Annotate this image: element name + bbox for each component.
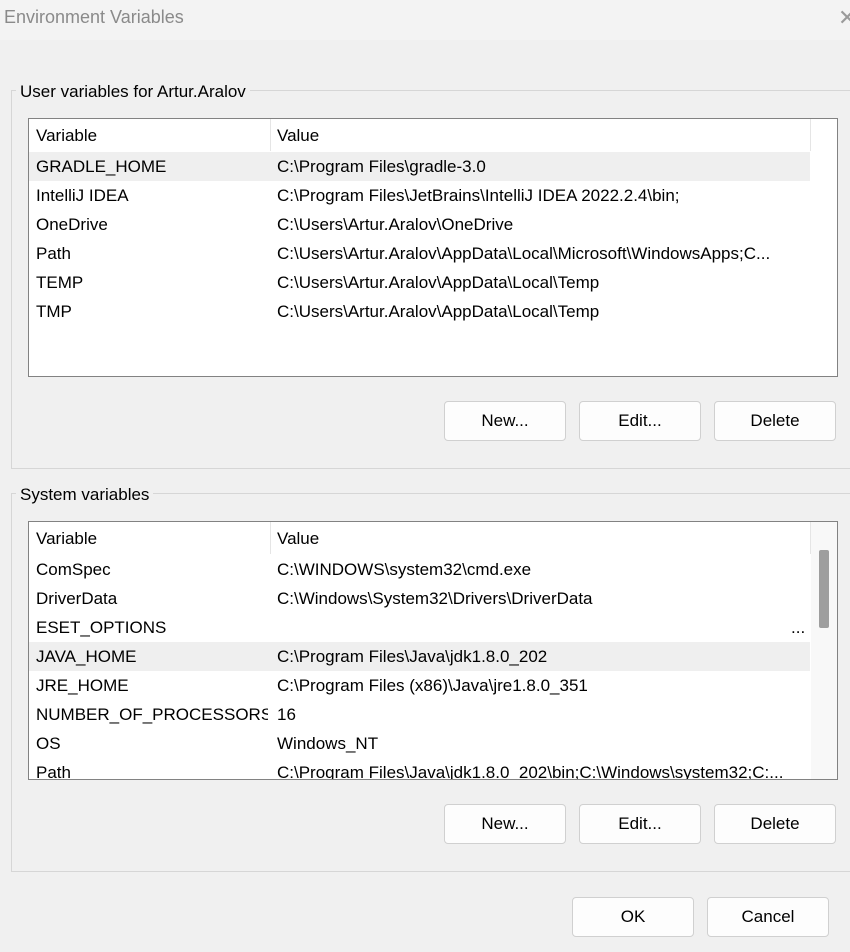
- table-row[interactable]: IntelliJ IDEA C:\Program Files\JetBrains\…: [29, 181, 810, 210]
- user-new-button[interactable]: New...: [444, 401, 566, 441]
- variable-name-cell: ComSpec: [36, 560, 111, 579]
- user-variables-label: User variables for Artur.Aralov: [16, 82, 250, 102]
- variable-value-cell: C:\Program Files\Java\jdk1.8.0_202: [277, 647, 548, 666]
- variable-name-cell: JAVA_HOME: [36, 647, 137, 666]
- system-new-button[interactable]: New...: [444, 804, 566, 844]
- ok-button[interactable]: OK: [572, 897, 694, 937]
- column-separator[interactable]: [810, 119, 811, 151]
- user-edit-button[interactable]: Edit...: [579, 401, 701, 441]
- variable-name-cell: OneDrive: [36, 215, 108, 234]
- variable-value-cell: C:\Program Files\JetBrains\IntelliJ IDEA…: [277, 186, 680, 205]
- table-row[interactable]: DriverData C:\Windows\System32\Drivers\Dr…: [29, 584, 810, 613]
- user-list-header: Variable Value: [29, 119, 837, 151]
- table-row[interactable]: ComSpec C:\WINDOWS\system32\cmd.exe: [29, 555, 810, 584]
- table-row[interactable]: GRADLE_HOME C:\Program Files\gradle-3.0: [29, 152, 810, 181]
- variable-value-cell: C:\Users\Artur.Aralov\AppData\Local\Temp: [277, 273, 600, 292]
- user-delete-button[interactable]: Delete: [714, 401, 836, 441]
- cancel-button[interactable]: Cancel: [707, 897, 829, 937]
- window-title: Environment Variables: [4, 7, 184, 27]
- variable-name-cell: IntelliJ IDEA: [36, 186, 129, 205]
- table-row[interactable]: Path C:\Users\Artur.Aralov\AppData\Local\…: [29, 239, 810, 268]
- variable-name-cell: TMP: [36, 302, 72, 321]
- variable-name-cell: NUMBER_OF_PROCESSORS: [36, 705, 268, 724]
- table-row[interactable]: TMP C:\Users\Artur.Aralov\AppData\Local\T…: [29, 297, 810, 326]
- system-variables-list[interactable]: Variable Value ComSpec C:\WINDOWS\system3…: [28, 521, 838, 780]
- table-row[interactable]: NUMBER_OF_PROCESSORS 16: [29, 700, 810, 729]
- close-icon[interactable]: ✕: [838, 4, 850, 32]
- variable-value-cell: ...: [791, 618, 806, 637]
- variable-value-cell: C:\Users\Artur.Aralov\OneDrive: [277, 215, 514, 234]
- user-variables-list[interactable]: Variable Value GRADLE_HOME C:\Program Fil…: [28, 118, 838, 377]
- column-header-value[interactable]: Value: [270, 119, 810, 151]
- system-edit-button[interactable]: Edit...: [579, 804, 701, 844]
- variable-value-cell: C:\Users\Artur.Aralov\AppData\Local\Temp: [277, 302, 600, 321]
- variable-value-cell: C:\Windows\System32\Drivers\DriverData: [277, 589, 593, 608]
- table-row[interactable]: JAVA_HOME C:\Program Files\Java\jdk1.8.0_…: [29, 642, 810, 671]
- variable-name-cell: TEMP: [36, 273, 84, 292]
- variable-value-cell: 16: [277, 705, 296, 724]
- table-row[interactable]: ESET_OPTIONS...: [29, 613, 810, 642]
- column-header-value[interactable]: Value: [270, 522, 810, 554]
- title-bar: Environment Variables ✕: [0, 0, 850, 40]
- variable-name-cell: OS: [36, 734, 61, 753]
- variable-name-cell: Path: [36, 763, 71, 780]
- variable-name-cell: DriverData: [36, 589, 118, 608]
- variable-value-cell: C:\Users\Artur.Aralov\AppData\Local\Micr…: [277, 244, 771, 263]
- variable-name-cell: GRADLE_HOME: [36, 157, 167, 176]
- variable-value-cell: C:\WINDOWS\system32\cmd.exe: [277, 560, 532, 579]
- system-list-header: Variable Value: [29, 522, 837, 554]
- system-variables-label: System variables: [16, 485, 154, 505]
- table-row[interactable]: Path C:\Program Files\Java\jdk1.8.0_202\b…: [29, 758, 810, 780]
- column-header-variable[interactable]: Variable: [29, 119, 270, 151]
- variable-name-cell: Path: [36, 244, 71, 263]
- table-row[interactable]: TEMP C:\Users\Artur.Aralov\AppData\Local\…: [29, 268, 810, 297]
- variable-name-cell: ESET_OPTIONS: [36, 618, 167, 637]
- column-header-variable[interactable]: Variable: [29, 522, 270, 554]
- table-row[interactable]: JRE_HOME C:\Program Files (x86)\Java\jre1…: [29, 671, 810, 700]
- system-list-scrollbar[interactable]: [811, 522, 837, 779]
- variable-value-cell: C:\Program Files\Java\jdk1.8.0_202\bin;C…: [277, 763, 784, 780]
- variable-value-cell: C:\Program Files\gradle-3.0: [277, 157, 486, 176]
- table-row[interactable]: OS Windows_NT: [29, 729, 810, 758]
- variable-value-cell: Windows_NT: [277, 734, 379, 753]
- system-delete-button[interactable]: Delete: [714, 804, 836, 844]
- variable-name-cell: JRE_HOME: [36, 676, 129, 695]
- scrollbar-thumb[interactable]: [819, 550, 829, 628]
- variable-value-cell: C:\Program Files (x86)\Java\jre1.8.0_351: [277, 676, 588, 695]
- table-row[interactable]: OneDrive C:\Users\Artur.Aralov\OneDrive: [29, 210, 810, 239]
